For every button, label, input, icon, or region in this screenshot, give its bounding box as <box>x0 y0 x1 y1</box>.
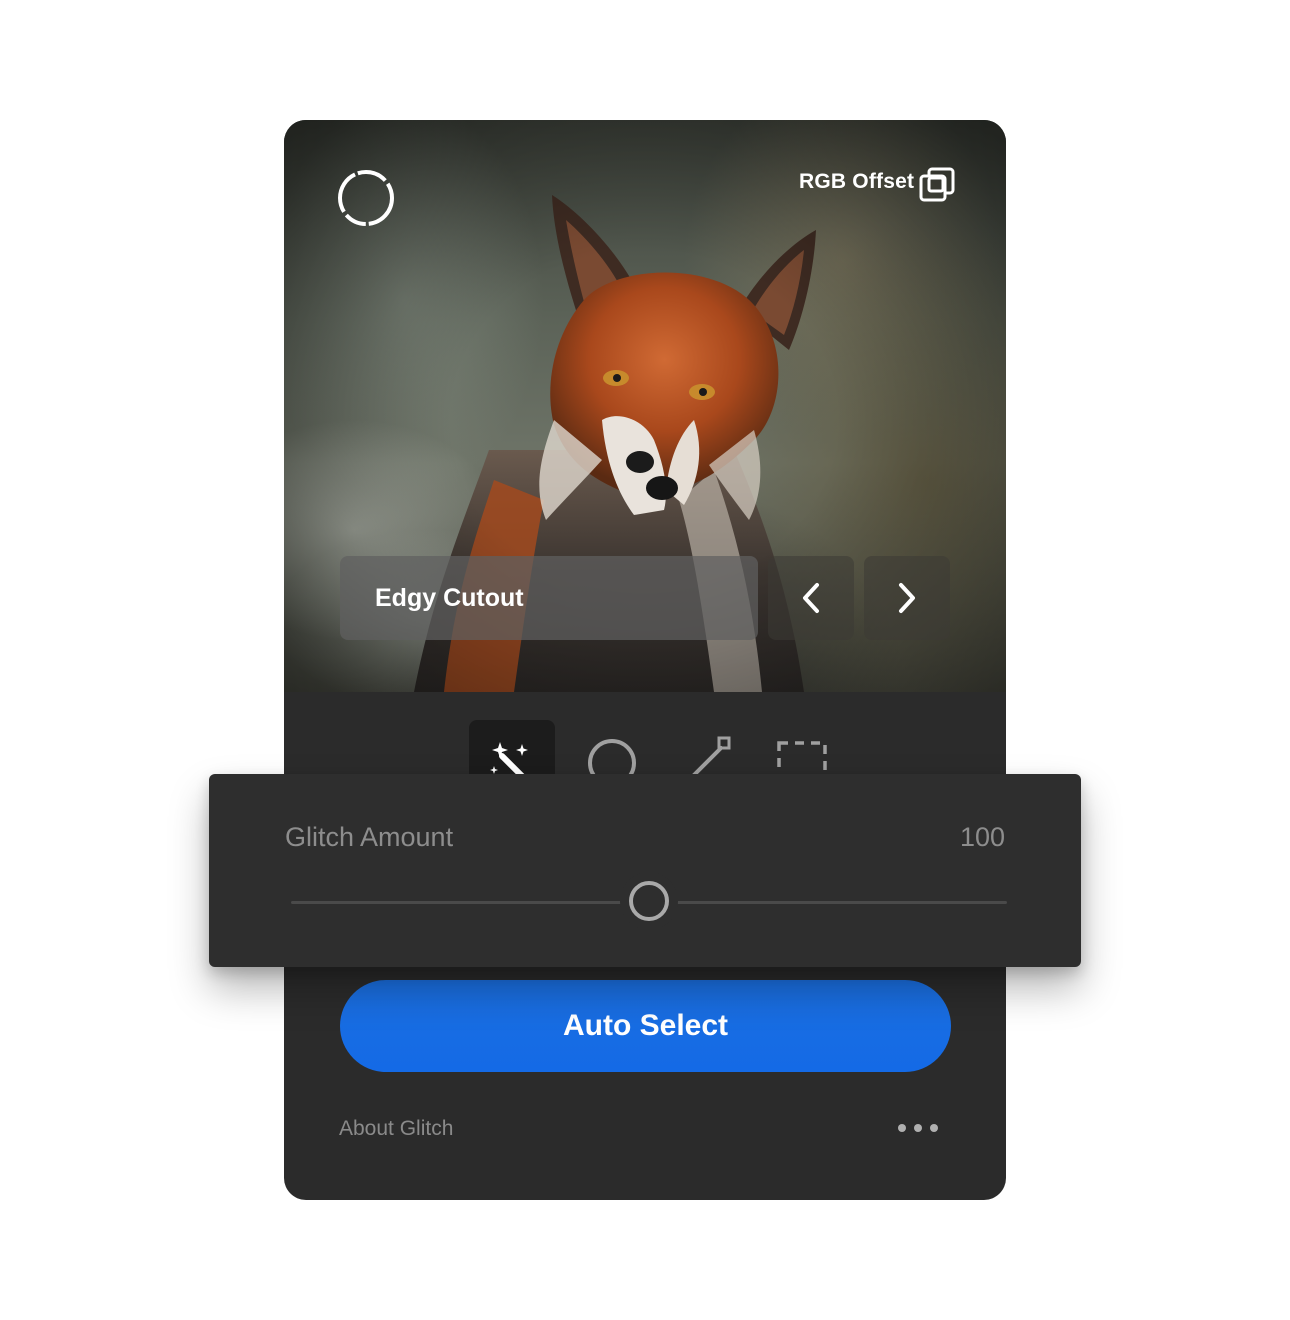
slider-thumb[interactable] <box>629 881 669 921</box>
effect-label: RGB Offset <box>799 170 915 193</box>
layers-icon[interactable] <box>918 166 956 204</box>
loading-ring-icon <box>338 170 394 226</box>
preset-selector[interactable]: Edgy Cutout <box>340 556 758 640</box>
auto-select-button[interactable]: Auto Select <box>340 980 951 1072</box>
preset-name: Edgy Cutout <box>375 583 524 612</box>
chevron-left-icon <box>803 583 819 613</box>
slider-value: 100 <box>959 822 1005 852</box>
next-preset-button[interactable] <box>864 556 950 640</box>
slider-label: Glitch Amount <box>285 822 454 852</box>
previous-preset-button[interactable] <box>768 556 854 640</box>
glitch-card: RGB Offset Edgy Cutout Auto Select About… <box>284 120 1006 1200</box>
more-options-icon[interactable] <box>896 1118 940 1138</box>
glitch-amount-panel: Glitch Amount 100 <box>209 774 1081 967</box>
stage: RGB Offset Edgy Cutout Auto Select About… <box>0 0 1290 1320</box>
about-glitch-link[interactable]: About Glitch <box>339 1117 453 1141</box>
photo-preview: RGB Offset Edgy Cutout <box>284 120 1006 692</box>
chevron-right-icon <box>899 583 915 613</box>
